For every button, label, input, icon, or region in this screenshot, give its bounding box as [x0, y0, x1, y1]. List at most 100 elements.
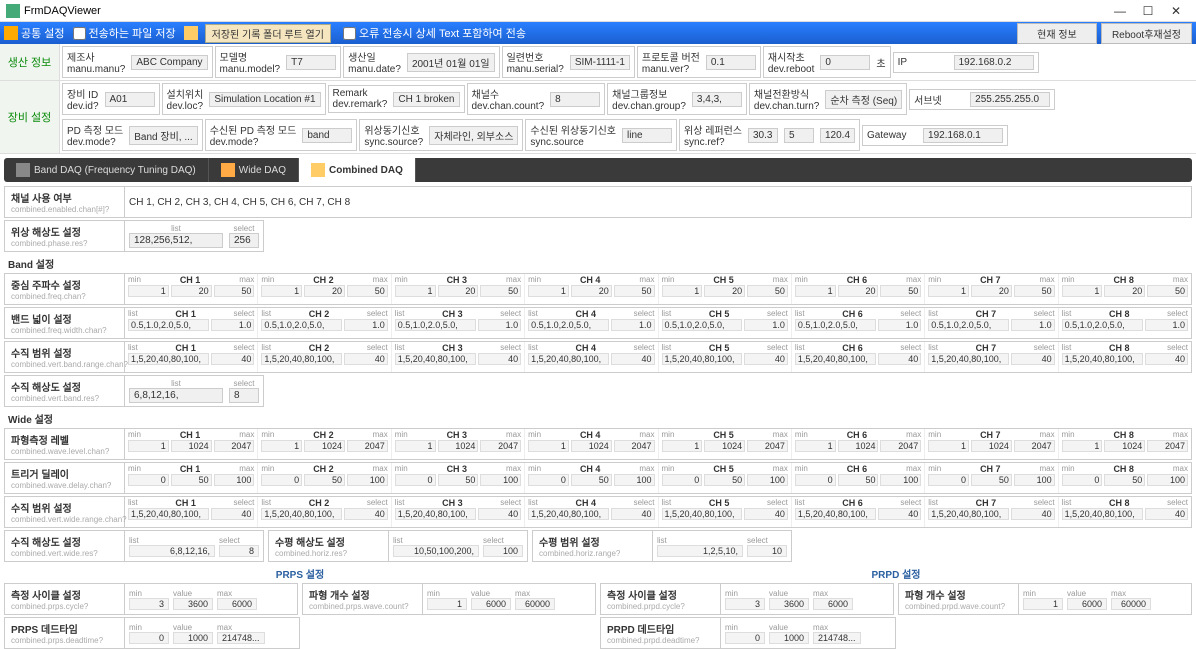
prps-wave-panel: 파형 개수 설정combined.prps.wave.count? min1va… — [302, 583, 596, 615]
open-folder-button[interactable]: 저장된 기록 폴더 루트 열기 — [205, 24, 331, 43]
channel-cell: minCH 2max050100 — [257, 463, 390, 493]
channel-cell: minCH 2max12050 — [257, 274, 390, 304]
channel-cell: minCH 6max050100 — [791, 463, 924, 493]
channel-cell: listCH 6select1,5,20,40,80,100,40 — [791, 497, 924, 527]
trig-delay-panel: 트리거 딜레이combined.wave.delay.chan? minCH 1… — [4, 462, 1192, 494]
channel-cell: listCH 2select1,5,20,40,80,100,40 — [257, 342, 390, 372]
channel-cell: listCH 1select1,5,20,40,80,100,40 — [125, 497, 257, 527]
channel-cell: minCH 8max110242047 — [1058, 429, 1191, 459]
current-info-button[interactable]: 현재 정보 — [1017, 23, 1097, 44]
phaseref-field: 위상 레퍼런스sync.ref?30.35120.4 — [679, 119, 860, 151]
channel-cell: listCH 5select0.5,1.0,2.0,5.0,1.0 — [658, 308, 791, 338]
channel-cell: listCH 3select1,5,20,40,80,100,40 — [391, 497, 524, 527]
tab-combined-daq[interactable]: Combined DAQ — [299, 158, 416, 182]
close-button[interactable]: ✕ — [1162, 2, 1190, 20]
daq-tabs: Band DAQ (Frequency Tuning DAQ) Wide DAQ… — [4, 158, 1192, 182]
channel-cell: minCH 3max12050 — [391, 274, 524, 304]
app-icon — [6, 4, 20, 18]
error-detail-label: 오류 전송시 상세 Text 포함하여 전송 — [359, 25, 526, 41]
channel-cell: listCH 4select1,5,20,40,80,100,40 — [524, 342, 657, 372]
phase-res-panel: 위상 해상도 설정combined.phase.res? list128,256… — [4, 220, 264, 252]
maximize-button[interactable]: ☐ — [1134, 2, 1162, 20]
subnet-field: 서브넷255.255.255.0 — [909, 89, 1055, 110]
pdmode-field: PD 측정 모드dev.mode?Band 장비, ... — [62, 119, 203, 151]
vert-band-res-panel: 수직 해상도 설정combined.vert.band.res? list6,8… — [4, 375, 264, 407]
window-title: FrmDAQViewer — [24, 5, 101, 17]
error-detail-checkbox[interactable] — [343, 27, 356, 40]
prps-cycle-panel: 측정 사이클 설정combined.prps.cycle? min3value3… — [4, 583, 298, 615]
manudate-value[interactable]: 2001년 01월 01일 — [407, 53, 495, 72]
horiz-range-panel: 수평 범위 설정combined.horiz.range? list1,2,5,… — [532, 530, 792, 562]
tab-band-daq[interactable]: Band DAQ (Frequency Tuning DAQ) — [4, 158, 209, 182]
channel-cell: listCH 3select0.5,1.0,2.0,5.0,1.0 — [391, 308, 524, 338]
restart-value[interactable]: 0 — [820, 55, 870, 70]
channel-cell: minCH 7max050100 — [924, 463, 1057, 493]
channel-cell: listCH 6select0.5,1.0,2.0,5.0,1.0 — [791, 308, 924, 338]
channel-cell: listCH 4select0.5,1.0,2.0,5.0,1.0 — [524, 308, 657, 338]
channel-cell: minCH 3max050100 — [391, 463, 524, 493]
device-settings-row: 장비 설정 장비 IDdev.id?A01 설치위치dev.loc?Simula… — [0, 81, 1196, 154]
channel-cell: minCH 7max12050 — [924, 274, 1057, 304]
model-value[interactable]: T7 — [286, 55, 336, 70]
channel-cell: listCH 1select0.5,1.0,2.0,5.0,1.0 — [125, 308, 257, 338]
channel-cell: listCH 5select1,5,20,40,80,100,40 — [658, 342, 791, 372]
manufacturer-value[interactable]: ABC Company — [131, 55, 207, 70]
manufacturer-field: 제조사manu.manu?ABC Company — [62, 46, 213, 78]
channel-cell: listCH 7select1,5,20,40,80,100,40 — [924, 497, 1057, 527]
production-info-label: 생산 정보 — [0, 44, 60, 80]
channel-cell: minCH 6max110242047 — [791, 429, 924, 459]
channel-usage-panel: 채널 사용 여부combined.enabled.chan[#]? CH 1, … — [4, 186, 1192, 218]
band-width-panel: 밴드 넓이 설정combined.freq.width.chan? listCH… — [4, 307, 1192, 339]
title-bar: FrmDAQViewer — ☐ ✕ — [0, 0, 1196, 22]
ip-field: IP192.168.0.2 — [893, 52, 1039, 73]
channel-cell: listCH 3select1,5,20,40,80,100,40 — [391, 342, 524, 372]
channel-cell: listCH 8select1,5,20,40,80,100,40 — [1058, 497, 1191, 527]
channel-cell: minCH 8max050100 — [1058, 463, 1191, 493]
common-settings-label: 공통 설정 — [21, 25, 65, 41]
channel-cell: listCH 2select1,5,20,40,80,100,40 — [257, 497, 390, 527]
channel-cell: minCH 5max050100 — [658, 463, 791, 493]
channel-cell: minCH 1max050100 — [125, 463, 257, 493]
restart-field: 재시작초dev.reboot0초 — [763, 46, 891, 78]
chgroup-field: 채널그룹정보dev.chan.group?3,4,3, — [607, 83, 747, 115]
channel-cell: minCH 5max12050 — [658, 274, 791, 304]
remark-field: Remarkdev.remark?CH 1 broken — [328, 85, 465, 113]
channel-usage-value[interactable]: CH 1, CH 2, CH 3, CH 4, CH 5, CH 6, CH 7… — [129, 197, 350, 208]
gateway-field: Gateway192.168.0.1 — [862, 125, 1008, 146]
devid-field: 장비 IDdev.id?A01 — [62, 83, 160, 115]
channel-cell: listCH 6select1,5,20,40,80,100,40 — [791, 342, 924, 372]
channel-cell: listCH 7select1,5,20,40,80,100,40 — [924, 342, 1057, 372]
channel-cell: listCH 8select0.5,1.0,2.0,5.0,1.0 — [1058, 308, 1191, 338]
channel-cell: listCH 7select0.5,1.0,2.0,5.0,1.0 — [924, 308, 1057, 338]
device-settings-label: 장비 설정 — [0, 81, 60, 153]
serial-value[interactable]: SIM-1111-1 — [570, 55, 630, 70]
protover-value[interactable]: 0.1 — [706, 55, 756, 70]
channel-cell: minCH 5max110242047 — [658, 429, 791, 459]
prpd-cycle-panel: 측정 사이클 설정combined.prpd.cycle? min3value3… — [600, 583, 894, 615]
channel-cell: listCH 5select1,5,20,40,80,100,40 — [658, 497, 791, 527]
channel-cell: listCH 1select1,5,20,40,80,100,40 — [125, 342, 257, 372]
location-field: 설치위치dev.loc?Simulation Location #1 — [162, 83, 326, 115]
prps-header: PRPS 설정 — [4, 564, 596, 583]
channel-cell: minCH 1max12050 — [125, 274, 257, 304]
production-info-row: 생산 정보 제조사manu.manu?ABC Company 모델명manu.m… — [0, 44, 1196, 81]
vert-wide-res-panel: 수직 해상도 설정combined.vert.wide.res? list6,8… — [4, 530, 264, 562]
band-header: Band 설정 — [8, 256, 1192, 271]
model-field: 모델명manu.model?T7 — [215, 46, 342, 78]
reboot-button[interactable]: Reboot후재설정 — [1101, 23, 1192, 44]
chturn-field: 채널전환방식dev.chan.turn?순차 측정 (Seq) — [749, 83, 907, 115]
minimize-button[interactable]: — — [1106, 2, 1134, 20]
syncsig-field: 위상동기신호sync.source?자체라인, 외부소스 — [359, 119, 523, 151]
save-file-checkbox[interactable] — [73, 27, 86, 40]
rxpdmode-field: 수신된 PD 측정 모드dev.mode?band — [205, 119, 358, 151]
tab-wide-daq[interactable]: Wide DAQ — [209, 158, 299, 182]
ip-value[interactable]: 192.168.0.2 — [954, 55, 1034, 70]
channel-cell: listCH 4select1,5,20,40,80,100,40 — [524, 497, 657, 527]
settings-icon — [4, 26, 18, 40]
serial-field: 일련번호manu.serial?SIM-1111-1 — [502, 46, 635, 78]
channel-cell: minCH 4max110242047 — [524, 429, 657, 459]
prps-deadtime-panel: PRPS 데드타임combined.prps.deadtime? min0val… — [4, 617, 300, 649]
wide-header: Wide 설정 — [8, 411, 1192, 426]
channel-cell: listCH 8select1,5,20,40,80,100,40 — [1058, 342, 1191, 372]
grid-icon — [16, 163, 30, 177]
